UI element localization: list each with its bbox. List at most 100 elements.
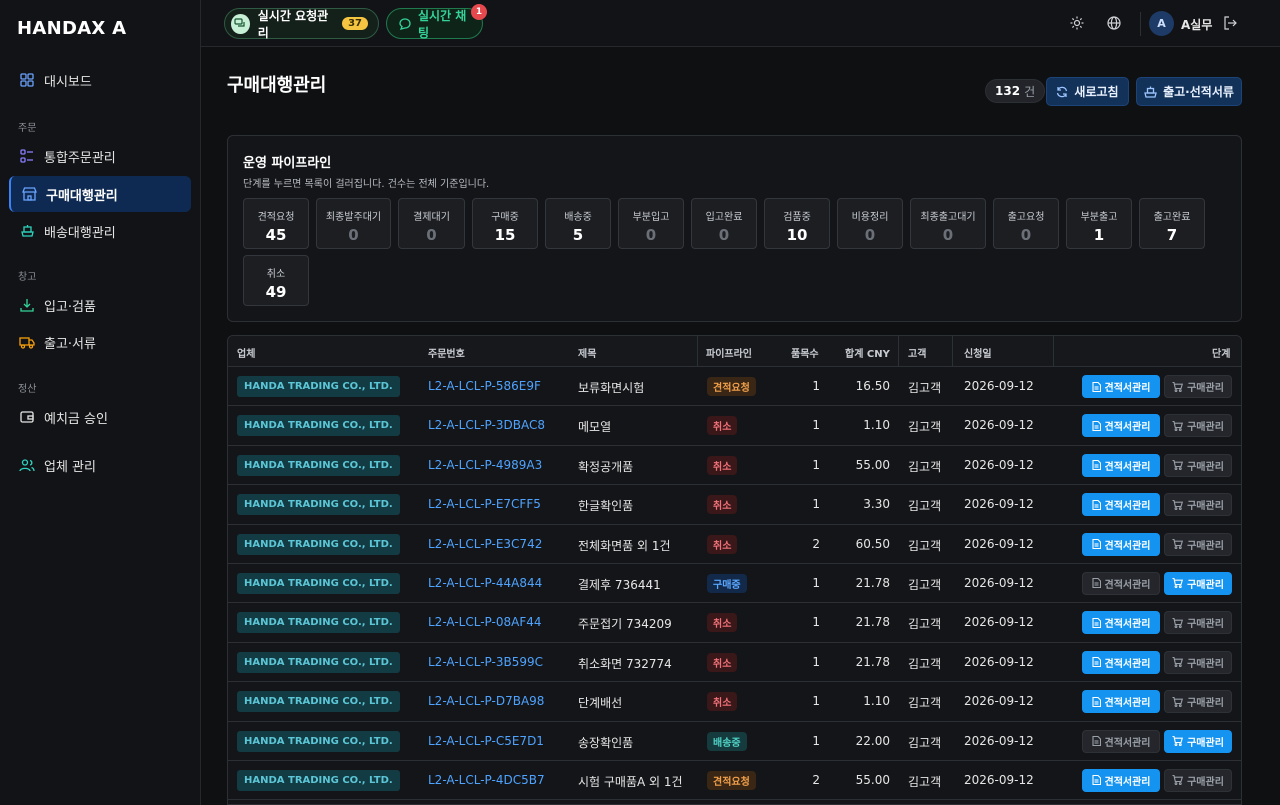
pipeline-stage[interactable]: 부분입고 0 (618, 198, 684, 249)
purchase-management-button[interactable]: 구매관리 (1164, 493, 1232, 517)
quote-management-button[interactable]: 견적서관리 (1082, 571, 1160, 595)
sidebar-item-order-integrated[interactable]: 통합주문관리 (9, 138, 191, 174)
purchase-management-button[interactable]: 구매관리 (1164, 729, 1232, 753)
vendor-badge[interactable]: HANDA TRADING CO., LTD. (237, 454, 400, 476)
order-number-link[interactable]: L2-A-LCL-P-D7BA98 (428, 694, 544, 708)
vendor-badge[interactable]: HANDA TRADING CO., LTD. (237, 572, 400, 594)
purchase-management-button[interactable]: 구매관리 (1164, 571, 1232, 595)
table-row[interactable]: HANDA TRADING CO., LTD. L2-A-LCL-P-4989A3… (228, 446, 1241, 486)
vendor-badge[interactable]: HANDA TRADING CO., LTD. (237, 651, 400, 673)
table-row[interactable]: HANDA TRADING CO., LTD. L2-A-LCL-P-3DBAC8… (228, 406, 1241, 446)
table-row[interactable]: HANDA TRADING CO., LTD. L2-A-LCL-P-08AF44… (228, 603, 1241, 643)
quote-management-button[interactable]: 견적서관리 (1082, 532, 1160, 556)
pipeline-stage[interactable]: 결제대기 0 (398, 198, 465, 249)
th-customer[interactable]: 고객 (908, 345, 926, 360)
vendor-badge[interactable]: HANDA TRADING CO., LTD. (237, 730, 400, 752)
th-request-date[interactable]: 신청일 (964, 345, 992, 360)
vendor-badge[interactable]: HANDA TRADING CO., LTD. (237, 533, 400, 555)
order-number-link[interactable]: L2-A-LCL-P-08AF44 (428, 615, 541, 629)
vendor-badge[interactable]: HANDA TRADING CO., LTD. (237, 691, 400, 713)
sidebar-item-vendor-mgmt[interactable]: 업체 관리 (9, 447, 191, 483)
pipeline-stage[interactable]: 부분출고 1 (1066, 198, 1132, 249)
th-total-cny[interactable]: 합계 CNY (845, 345, 890, 360)
order-number-link[interactable]: L2-A-LCL-P-E7CFF5 (428, 497, 541, 511)
order-number-link[interactable]: L2-A-LCL-P-4989A3 (428, 458, 542, 472)
order-number-link[interactable]: L2-A-LCL-P-C5E7D1 (428, 734, 544, 748)
outbound-docs-button[interactable]: 출고·선적서류 (1136, 77, 1242, 106)
order-number-link[interactable]: L2-A-LCL-P-44A844 (428, 576, 542, 590)
refresh-button[interactable]: 새로고침 (1046, 77, 1129, 106)
globe-icon[interactable] (1106, 15, 1122, 31)
pipeline-status-badge: 취소 (707, 455, 738, 475)
sidebar-item-deposit-approval[interactable]: 예치금 승인 (9, 399, 191, 435)
purchase-management-button[interactable]: 구매관리 (1164, 453, 1232, 477)
document-icon (1091, 657, 1101, 668)
vendor-badge[interactable]: HANDA TRADING CO., LTD. (237, 494, 400, 516)
table-row[interactable]: HANDA TRADING CO., LTD. L2-A-LCL-P-4DC5B7… (228, 761, 1241, 801)
quote-management-button[interactable]: 견적서관리 (1082, 375, 1160, 398)
app-logo[interactable]: HANDAX A (17, 18, 126, 39)
pipeline-stage[interactable]: 비용정리 0 (837, 198, 903, 249)
sidebar-item-inbound[interactable]: 입고·검품 (9, 287, 191, 323)
pipeline-status-badge: 취소 (707, 416, 738, 436)
purchase-management-button[interactable]: 구매관리 (1164, 690, 1232, 714)
sidebar-item-dashboard[interactable]: 대시보드 (9, 62, 191, 98)
purchase-management-button[interactable]: 구매관리 (1164, 532, 1232, 556)
quote-management-button[interactable]: 견적서관리 (1082, 453, 1160, 477)
quote-management-button[interactable]: 견적서관리 (1082, 493, 1160, 517)
vendor-badge[interactable]: HANDA TRADING CO., LTD. (237, 415, 400, 437)
vendor-badge[interactable]: HANDA TRADING CO., LTD. (237, 376, 400, 397)
th-pipeline[interactable]: 파이프라인 (706, 345, 752, 360)
pipeline-stage[interactable]: 입고완료 0 (691, 198, 757, 249)
stage-count: 0 (864, 226, 876, 244)
purchase-management-button[interactable]: 구매관리 (1164, 768, 1232, 792)
quote-management-button[interactable]: 견적서관리 (1082, 729, 1160, 753)
table-row[interactable]: HANDA TRADING CO., LTD. L2-A-LCL-P-E7CFF5… (228, 485, 1241, 525)
logout-icon[interactable] (1222, 15, 1238, 31)
pipeline-stage[interactable]: 검품중 10 (764, 198, 830, 249)
realtime-chat-button[interactable]: 실시간 채팅 (386, 8, 483, 40)
quote-management-button[interactable]: 견적서관리 (1082, 690, 1160, 714)
pipeline-stage[interactable]: 출고완료 7 (1139, 198, 1205, 249)
th-item-count[interactable]: 품목수 (791, 345, 819, 360)
pipeline-stage[interactable]: 배송중 5 (545, 198, 611, 249)
purchase-management-button[interactable]: 구매관리 (1164, 414, 1232, 438)
table-row[interactable]: HANDA TRADING CO., LTD. L2-A-LCL-P-E3C742… (228, 525, 1241, 564)
quote-management-button[interactable]: 견적서관리 (1082, 414, 1160, 438)
purchase-management-button[interactable]: 구매관리 (1164, 375, 1232, 398)
pipeline-stage[interactable]: 취소 49 (243, 255, 309, 306)
quote-management-button[interactable]: 견적서관리 (1082, 611, 1160, 635)
order-number-link[interactable]: L2-A-LCL-P-3B599C (428, 655, 543, 669)
th-stage[interactable]: 단계 (1212, 345, 1230, 360)
quote-management-button[interactable]: 견적서관리 (1082, 650, 1160, 674)
topbar-divider (1140, 12, 1141, 36)
th-order-no[interactable]: 주문번호 (428, 345, 465, 360)
th-product[interactable]: 제목 (578, 345, 596, 360)
pipeline-stage[interactable]: 출고요청 0 (993, 198, 1059, 249)
order-number-link[interactable]: L2-A-LCL-P-4DC5B7 (428, 773, 545, 787)
table-row[interactable]: HANDA TRADING CO., LTD. L2-A-LCL-P-44A844… (228, 564, 1241, 604)
pipeline-stage[interactable]: 구매중 15 (472, 198, 538, 249)
vendor-badge[interactable]: HANDA TRADING CO., LTD. (237, 769, 400, 791)
vendor-badge[interactable]: HANDA TRADING CO., LTD. (237, 612, 400, 634)
avatar[interactable]: A (1149, 11, 1174, 36)
pipeline-stage[interactable]: 최종출고대기 0 (910, 198, 986, 249)
th-vendor[interactable]: 업체 (237, 345, 255, 360)
purchase-management-button[interactable]: 구매관리 (1164, 650, 1232, 674)
theme-toggle-icon[interactable] (1069, 15, 1085, 31)
realtime-requests-button[interactable]: 실시간 요청관리 37 (224, 8, 379, 40)
sidebar-item-purchase-agency[interactable]: 구매대행관리 (9, 176, 191, 212)
order-number-link[interactable]: L2-A-LCL-P-586E9F (428, 379, 541, 393)
sidebar-item-shipping-agency[interactable]: 배송대행관리 (9, 213, 191, 249)
table-row[interactable]: HANDA TRADING CO., LTD. L2-A-LCL-P-586E9F… (228, 367, 1241, 407)
quote-management-button[interactable]: 견적서관리 (1082, 768, 1160, 792)
table-row[interactable]: HANDA TRADING CO., LTD. L2-A-LCL-P-C5E7D1… (228, 722, 1241, 761)
table-row[interactable]: HANDA TRADING CO., LTD. L2-A-LCL-P-D7BA98… (228, 682, 1241, 722)
order-number-link[interactable]: L2-A-LCL-P-3DBAC8 (428, 418, 545, 432)
order-number-link[interactable]: L2-A-LCL-P-E3C742 (428, 537, 542, 551)
sidebar-item-outbound[interactable]: 출고·서류 (9, 324, 191, 360)
purchase-management-button[interactable]: 구매관리 (1164, 611, 1232, 635)
pipeline-stage[interactable]: 견적요청 45 (243, 198, 309, 249)
pipeline-stage[interactable]: 최종발주대기 0 (316, 198, 391, 249)
table-row[interactable]: HANDA TRADING CO., LTD. L2-A-LCL-P-3B599C… (228, 643, 1241, 683)
